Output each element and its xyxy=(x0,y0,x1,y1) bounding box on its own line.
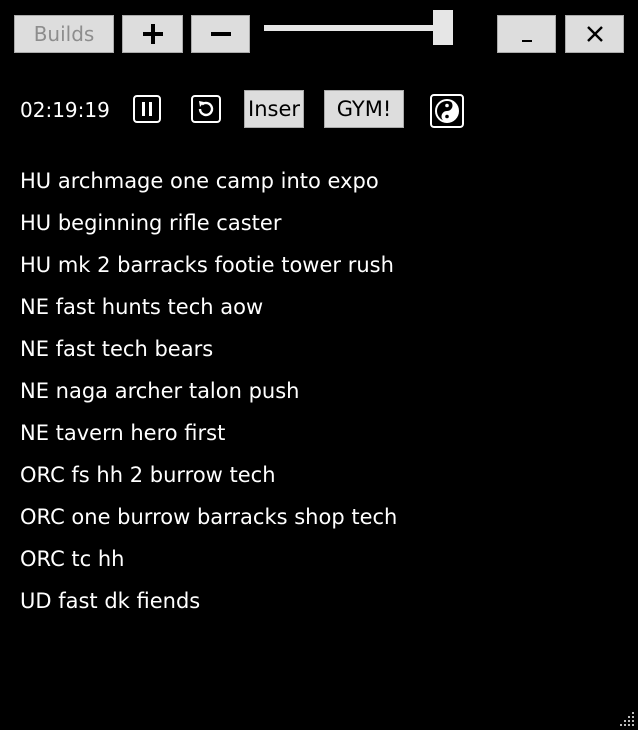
yin-yang-button[interactable] xyxy=(430,94,464,128)
insert-button[interactable]: Inser xyxy=(244,90,304,128)
pause-button[interactable] xyxy=(133,95,161,123)
list-item[interactable]: NE fast tech bears xyxy=(20,328,397,370)
minimize-icon xyxy=(521,40,532,42)
plus-icon xyxy=(142,24,163,44)
minus-icon xyxy=(210,32,231,36)
zoom-in-button[interactable] xyxy=(122,15,183,53)
list-item[interactable]: HU archmage one camp into expo xyxy=(20,160,397,202)
opacity-slider-track[interactable] xyxy=(264,25,452,31)
minimize-button[interactable] xyxy=(497,15,556,53)
list-item[interactable]: HU mk 2 barracks footie tower rush xyxy=(20,244,397,286)
gym-button[interactable]: GYM! xyxy=(324,90,404,128)
restart-button[interactable] xyxy=(191,95,221,123)
opacity-slider-thumb[interactable] xyxy=(433,10,453,45)
builds-button[interactable]: Builds xyxy=(14,15,114,53)
list-item[interactable]: ORC tc hh xyxy=(20,538,397,580)
close-icon xyxy=(586,26,603,42)
elapsed-timer: 02:19:19 xyxy=(20,98,110,122)
list-item[interactable]: ORC fs hh 2 burrow tech xyxy=(20,454,397,496)
pause-icon xyxy=(142,102,152,116)
list-item[interactable]: UD fast dk fiends xyxy=(20,580,397,622)
list-item[interactable]: NE fast hunts tech aow xyxy=(20,286,397,328)
list-item[interactable]: HU beginning rifle caster xyxy=(20,202,397,244)
resize-grip[interactable] xyxy=(612,704,636,728)
list-item[interactable]: NE naga archer talon push xyxy=(20,370,397,412)
restart-icon xyxy=(198,101,214,117)
yin-yang-icon xyxy=(435,99,459,123)
close-button[interactable] xyxy=(565,15,624,53)
list-item[interactable]: ORC one burrow barracks shop tech xyxy=(20,496,397,538)
list-item[interactable]: NE tavern hero first xyxy=(20,412,397,454)
zoom-out-button[interactable] xyxy=(191,15,250,53)
builds-list: HU archmage one camp into expo HU beginn… xyxy=(20,160,397,622)
